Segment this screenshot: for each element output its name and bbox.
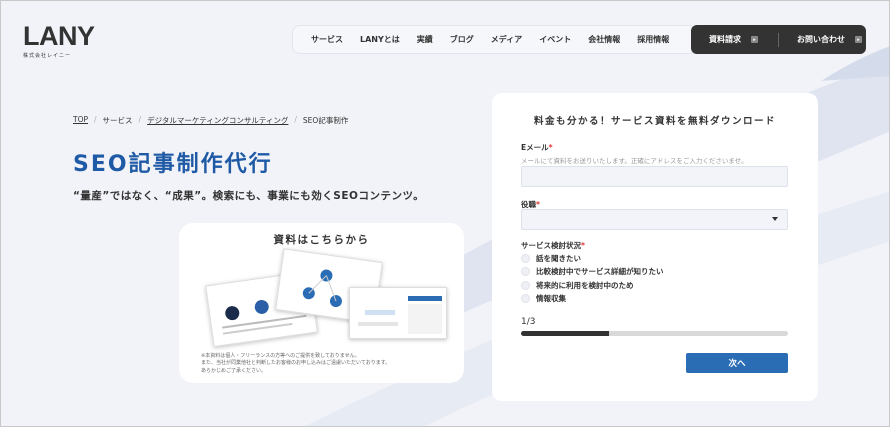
email-input[interactable] <box>521 166 788 187</box>
arrow-right-icon: ▸ <box>751 36 758 43</box>
download-form: 料金も分かる！サービス資料を無料ダウンロード Eメール* メールにて資料をお送り… <box>492 93 818 401</box>
role-select[interactable] <box>521 209 788 230</box>
required-mark: * <box>548 143 553 152</box>
radio-option[interactable]: 話を聞きたい <box>521 253 581 264</box>
status-label-text: サービス検討状況 <box>521 241 581 250</box>
status-label: サービス検討状況* <box>521 240 585 251</box>
arrow-right-icon: ▸ <box>855 36 862 43</box>
breadcrumb-separator: / <box>94 115 97 124</box>
breadcrumb-separator: / <box>138 115 142 124</box>
logo[interactable]: LANY 株式会社レイニー <box>23 21 95 60</box>
nav-item-company[interactable]: 会社情報 <box>588 34 620 45</box>
nav-item-event[interactable]: イベント <box>539 34 571 45</box>
radio-label: 話を聞きたい <box>536 254 581 263</box>
progress-bar <box>521 331 788 336</box>
card-title: 資料はこちらから <box>273 234 370 246</box>
breadcrumb-current: SEO記事制作 <box>302 116 349 125</box>
nav-item-recruit[interactable]: 採用情報 <box>637 34 669 45</box>
radio-label: 将来的に利用を検討中のため <box>536 281 634 290</box>
radio-option[interactable]: 比較検討中でサービス詳細が知りたい <box>521 266 664 277</box>
breadcrumb: TOP / サービス / デジタルマーケティングコンサルティング / SEO記事… <box>73 115 348 126</box>
nav-item-works[interactable]: 実績 <box>417 34 433 45</box>
radio-label: 比較検討中でサービス詳細が知りたい <box>536 267 664 276</box>
role-label-text: 役職 <box>521 200 536 209</box>
chevron-down-icon <box>772 217 778 221</box>
breadcrumb-consulting[interactable]: デジタルマーケティングコンサルティング <box>147 115 288 126</box>
main-nav: サービス LANYとは 実績 ブログ メディア イベント 会社情報 採用情報 <box>292 25 697 54</box>
radio-circle[interactable] <box>521 294 530 303</box>
email-hint: メールにて資料をお送りいたします。正確にアドレスをご入力くださいませ。 <box>521 157 748 165</box>
page-subtitle: “量産”ではなく、“成果”。検索にも、事業にも効くSEOコンテンツ。 <box>73 190 425 202</box>
contact-button[interactable]: お問い合わせ ▸ <box>779 34 866 45</box>
note-line: あらかじめご了承ください。 <box>201 367 267 374</box>
email-label-text: Eメール <box>521 143 549 152</box>
contact-label: お問い合わせ <box>797 35 845 44</box>
logo-subtext: 株式会社レイニー <box>23 53 72 59</box>
request-docs-label: 資料請求 <box>709 35 741 44</box>
nav-item-service[interactable]: サービス <box>311 34 343 45</box>
disclaimer-note: ※本資料は個人・フリーランスの方等へのご提供を致しておりません。 また、当社が同… <box>201 353 390 376</box>
nav-item-about[interactable]: LANYとは <box>360 34 400 45</box>
radio-circle[interactable] <box>521 281 530 290</box>
cta-group: 資料請求 ▸ お問い合わせ ▸ <box>691 25 866 54</box>
breadcrumb-top[interactable]: TOP <box>73 115 88 126</box>
email-label: Eメール* <box>521 142 553 153</box>
radio-option[interactable]: 情報収集 <box>521 293 566 304</box>
nav-item-blog[interactable]: ブログ <box>450 34 474 45</box>
breadcrumb-separator: / <box>294 115 297 124</box>
required-mark: * <box>581 241 585 250</box>
nav-item-media[interactable]: メディア <box>491 34 522 45</box>
radio-circle[interactable] <box>521 267 530 276</box>
radio-circle[interactable] <box>521 254 530 263</box>
note-line: ※本資料は個人・フリーランスの方等へのご提供を致しておりません。 <box>201 352 360 359</box>
form-title: 料金も分かる！サービス資料を無料ダウンロード <box>533 116 776 127</box>
page-title: SEO記事制作代行 <box>73 152 273 177</box>
note-line: また、当社が同業他社と判断したお客様のお申し込みはご遠慮いただいております。 <box>201 360 391 366</box>
radio-option[interactable]: 将来的に利用を検討中のため <box>521 280 634 291</box>
request-docs-button[interactable]: 資料請求 ▸ <box>691 34 778 45</box>
document-preview-card[interactable]: 資料はこちらから ※本資料は個人・フリーランスの方等へのご提供を致しておりません… <box>179 223 464 383</box>
logo-text: LANY <box>23 21 95 51</box>
breadcrumb-service[interactable]: サービス <box>103 115 133 126</box>
page: LANY 株式会社レイニー サービス LANYとは 実績 ブログ メディア イベ… <box>0 0 890 427</box>
slide-preview <box>349 287 447 339</box>
step-indicator: 1/3 <box>521 317 536 327</box>
required-mark: * <box>536 200 540 209</box>
progress-fill <box>521 331 610 336</box>
radio-label: 情報収集 <box>536 294 566 303</box>
next-button[interactable]: 次へ <box>686 353 788 373</box>
